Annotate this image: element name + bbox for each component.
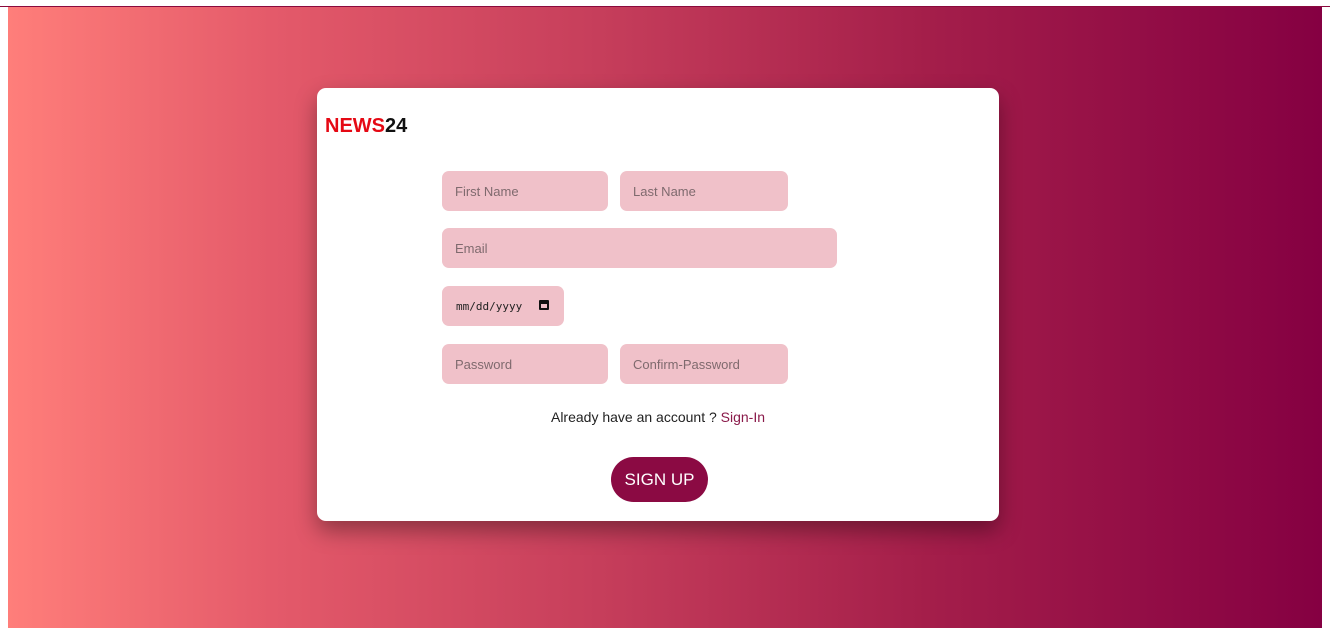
calendar-icon[interactable] bbox=[539, 300, 549, 310]
date-format-text: mm/dd/yyyy bbox=[456, 299, 523, 313]
brand-logo: NEWS24 bbox=[325, 115, 407, 138]
signin-link[interactable]: Sign-In bbox=[721, 409, 765, 425]
signup-card: NEWS24 mm/dd/yyyy Already have an accoun… bbox=[317, 88, 999, 521]
first-name-input[interactable] bbox=[442, 171, 608, 211]
logo-24-text: 24 bbox=[385, 115, 408, 137]
top-border bbox=[0, 0, 1330, 7]
email-input[interactable] bbox=[442, 228, 837, 268]
signin-prompt: Already have an account ? Sign-In bbox=[317, 409, 999, 425]
password-input[interactable] bbox=[442, 344, 608, 384]
confirm-password-input[interactable] bbox=[620, 344, 788, 384]
signin-prompt-text: Already have an account ? bbox=[550, 409, 721, 425]
logo-news-text: NEWS bbox=[325, 115, 385, 137]
last-name-input[interactable] bbox=[620, 171, 788, 211]
date-of-birth-input[interactable]: mm/dd/yyyy bbox=[442, 286, 564, 326]
signup-button[interactable]: SIGN UP bbox=[611, 457, 708, 502]
